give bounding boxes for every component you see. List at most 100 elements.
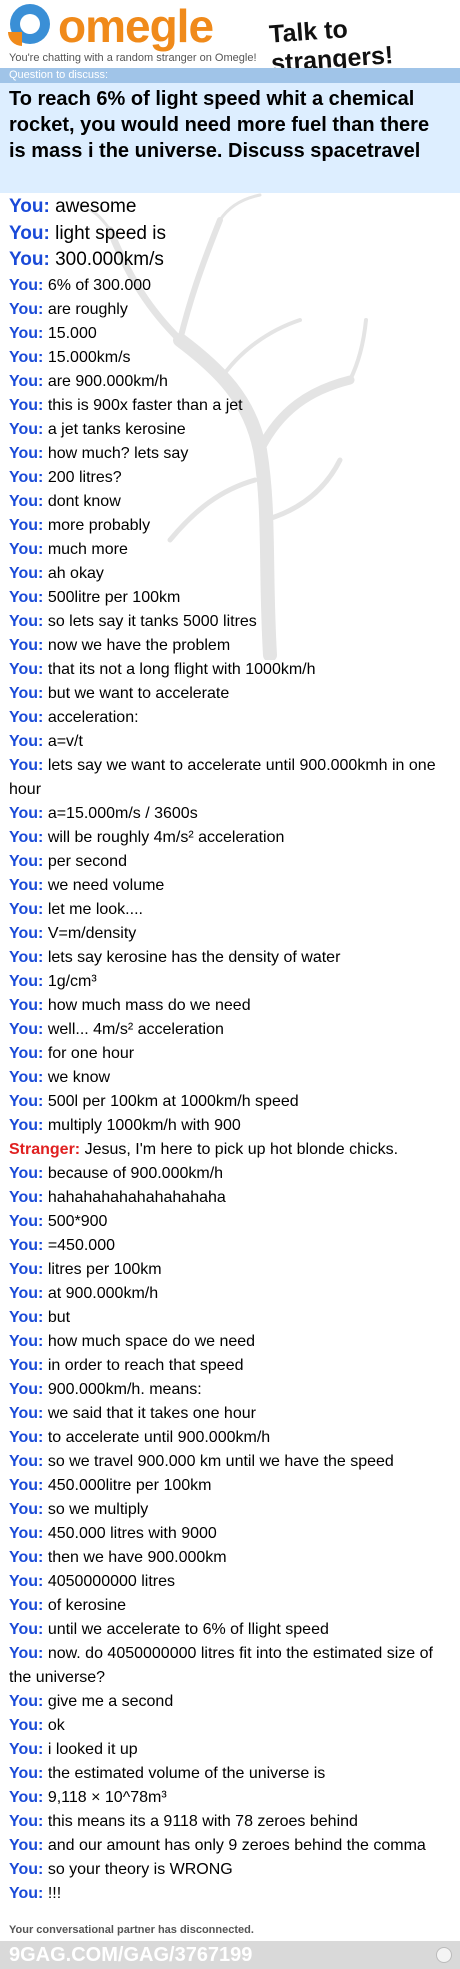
message-speaker: You: bbox=[9, 1212, 44, 1230]
message-text: a jet tanks kerosine bbox=[47, 420, 186, 438]
chat-message: You: 450.000litre per 100km bbox=[9, 1474, 455, 1498]
message-speaker: You: bbox=[9, 828, 44, 846]
message-text: dont know bbox=[47, 492, 121, 510]
chat-message: You: V=m/density bbox=[9, 922, 455, 946]
chat-message: You: lets say kerosine has the density o… bbox=[9, 946, 455, 970]
message-speaker: You: bbox=[9, 468, 44, 486]
omegle-logo-icon bbox=[8, 2, 56, 50]
message-text: litres per 100km bbox=[47, 1260, 162, 1278]
chat-message: You: ok bbox=[9, 1714, 455, 1738]
chat-message: You: let me look.... bbox=[9, 898, 455, 922]
message-speaker: You: bbox=[9, 1116, 44, 1134]
chat-message: You: 300.000km/s bbox=[9, 247, 455, 274]
message-text: so your theory is WRONG bbox=[47, 1860, 233, 1878]
message-speaker: You: bbox=[9, 1092, 44, 1110]
chat-message: You: how much? lets say bbox=[9, 442, 455, 466]
message-speaker: You: bbox=[9, 972, 44, 990]
message-speaker: You: bbox=[9, 1860, 44, 1878]
message-text: now we have the problem bbox=[47, 636, 231, 654]
message-text: 450.000 litres with 9000 bbox=[47, 1524, 217, 1542]
chat-message: You: this means its a 9118 with 78 zeroe… bbox=[9, 1810, 455, 1834]
chat-message: You: to accelerate until 900.000km/h bbox=[9, 1426, 455, 1450]
chat-message: You: in order to reach that speed bbox=[9, 1354, 455, 1378]
chat-message: You: 4050000000 litres bbox=[9, 1570, 455, 1594]
message-speaker: You: bbox=[9, 1812, 44, 1830]
message-speaker: You: bbox=[9, 660, 44, 678]
chat-message: You: how much mass do we need bbox=[9, 994, 455, 1018]
message-text: the estimated volume of the universe is bbox=[47, 1764, 326, 1782]
message-text: are 900.000km/h bbox=[47, 372, 168, 390]
chat-message: You: more probably bbox=[9, 514, 455, 538]
message-text: lets say we want to accelerate until 900… bbox=[9, 756, 436, 798]
message-text: but bbox=[47, 1308, 71, 1326]
chat-message: You: of kerosine bbox=[9, 1594, 455, 1618]
message-text: hahahahahahahahahaha bbox=[47, 1188, 226, 1206]
message-text: ok bbox=[47, 1716, 65, 1734]
chat-message: You: now. do 4050000000 litres fit into … bbox=[9, 1642, 455, 1690]
omegle-logo[interactable]: omegle bbox=[8, 0, 214, 52]
message-speaker: You: bbox=[9, 996, 44, 1014]
chat-message: You: this is 900x faster than a jet bbox=[9, 394, 455, 418]
chat-message: You: a=15.000m/s / 3600s bbox=[9, 802, 455, 826]
chat-message: You: until we accelerate to 6% of llight… bbox=[9, 1618, 455, 1642]
message-text: to accelerate until 900.000km/h bbox=[47, 1428, 271, 1446]
chat-message: You: =450.000 bbox=[9, 1234, 455, 1258]
message-speaker: You: bbox=[9, 1068, 44, 1086]
chat-message: You: 200 litres? bbox=[9, 466, 455, 490]
chatting-note: You're chatting with a random stranger o… bbox=[9, 52, 257, 64]
chat-message: You: so we travel 900.000 km until we ha… bbox=[9, 1450, 455, 1474]
message-text: will be roughly 4m/s² acceleration bbox=[47, 828, 285, 846]
message-speaker: You: bbox=[9, 588, 44, 606]
chat-message: You: ah okay bbox=[9, 562, 455, 586]
message-text: i looked it up bbox=[47, 1740, 138, 1758]
disconnected-note: Your conversational partner has disconne… bbox=[9, 1924, 254, 1936]
chat-message: You: light speed is bbox=[9, 221, 455, 248]
message-speaker: You: bbox=[9, 1428, 44, 1446]
message-text: light speed is bbox=[55, 222, 166, 244]
chat-message: You: 450.000 litres with 9000 bbox=[9, 1522, 455, 1546]
message-text: this means its a 9118 with 78 zeroes beh… bbox=[47, 1812, 358, 1830]
chat-message: You: but we want to accelerate bbox=[9, 682, 455, 706]
message-text: 500l per 100km at 1000km/h speed bbox=[47, 1092, 299, 1110]
chat-message: You: at 900.000km/h bbox=[9, 1282, 455, 1306]
chat-message: You: hahahahahahahahahaha bbox=[9, 1186, 455, 1210]
chat-message: You: 15.000km/s bbox=[9, 346, 455, 370]
chat-message: You: and our amount has only 9 zeroes be… bbox=[9, 1834, 455, 1858]
message-speaker: You: bbox=[9, 1404, 44, 1422]
message-speaker: You: bbox=[9, 1716, 44, 1734]
message-speaker: You: bbox=[9, 1836, 44, 1854]
message-text: acceleration: bbox=[47, 708, 139, 726]
message-speaker: You: bbox=[9, 1476, 44, 1494]
message-text: more probably bbox=[47, 516, 151, 534]
message-text: we said that it takes one hour bbox=[47, 1404, 256, 1422]
message-speaker: You: bbox=[9, 420, 44, 438]
question-text: To reach 6% of light speed whit a chemic… bbox=[9, 88, 430, 162]
message-text: per second bbox=[47, 852, 127, 870]
message-speaker: You: bbox=[9, 540, 44, 558]
chat-message: You: acceleration: bbox=[9, 706, 455, 730]
message-text: 15.000 bbox=[47, 324, 97, 342]
message-text: a=v/t bbox=[47, 732, 83, 750]
question-box: Question to discuss: To reach 6% of ligh… bbox=[0, 68, 460, 193]
message-speaker: You: bbox=[9, 612, 44, 630]
message-speaker: You: bbox=[9, 1572, 44, 1590]
chat-message: You: for one hour bbox=[9, 1042, 455, 1066]
message-speaker: You: bbox=[9, 1548, 44, 1566]
chat-message: You: then we have 900.000km bbox=[9, 1546, 455, 1570]
chat-message: You: because of 900.000km/h bbox=[9, 1162, 455, 1186]
message-text: much more bbox=[47, 540, 128, 558]
message-text: of kerosine bbox=[47, 1596, 127, 1614]
message-text: a=15.000m/s / 3600s bbox=[47, 804, 198, 822]
message-text: 1g/cm³ bbox=[47, 972, 97, 990]
message-speaker: You: bbox=[9, 684, 44, 702]
message-speaker: You: bbox=[9, 249, 50, 270]
logo-text: omegle bbox=[58, 0, 214, 52]
watermark-text: 9GAG.COM/GAG/3767199 bbox=[9, 1944, 253, 1966]
message-speaker: You: bbox=[9, 1740, 44, 1758]
smiley-icon bbox=[436, 1947, 452, 1963]
message-text: 200 litres? bbox=[47, 468, 122, 486]
message-text: 9,118 × 10^78m³ bbox=[47, 1788, 167, 1806]
message-speaker: You: bbox=[9, 924, 44, 942]
message-speaker: You: bbox=[9, 348, 44, 366]
message-speaker: You: bbox=[9, 1332, 44, 1350]
